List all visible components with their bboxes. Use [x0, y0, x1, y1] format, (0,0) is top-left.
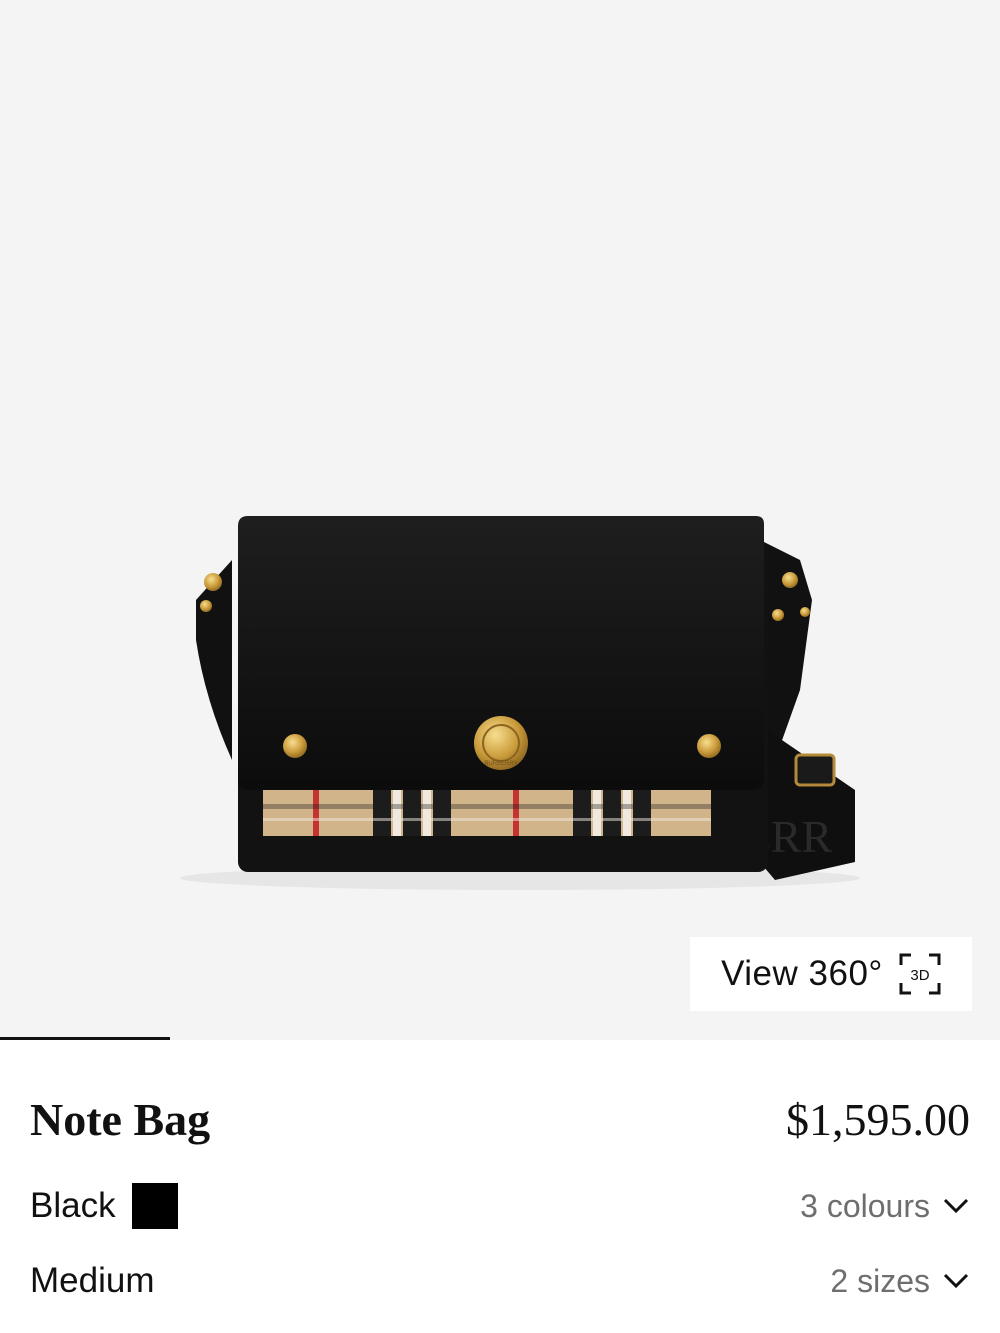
chevron-down-icon: [943, 1273, 969, 1289]
3d-icon: 3D: [899, 953, 941, 995]
colour-row: Black 3 colours: [30, 1181, 970, 1231]
size-row: Medium 2 sizes: [30, 1256, 970, 1306]
size-label: Medium: [30, 1261, 155, 1300]
clasp-engraving: BURBERRY: [484, 761, 517, 767]
product-gallery[interactable]: BERR BURBERRY View 360° 3D: [0, 0, 1000, 1040]
colour-label: Black: [30, 1186, 116, 1225]
product-title: Note Bag: [30, 1094, 211, 1145]
selected-colour: Black: [30, 1183, 178, 1229]
3d-icon-text: 3D: [910, 967, 929, 984]
product-price: $1,595.00: [786, 1094, 970, 1145]
sizes-dropdown[interactable]: 2 sizes: [830, 1263, 970, 1300]
colours-dropdown[interactable]: 3 colours: [800, 1188, 970, 1225]
colour-swatch: [131, 1183, 178, 1229]
product-info: Note Bag $1,595.00 Black 3 colours Mediu…: [0, 1040, 1000, 1333]
chevron-down-icon: [943, 1198, 969, 1214]
colours-link: 3 colours: [800, 1187, 930, 1224]
view-360-button[interactable]: View 360° 3D: [690, 937, 972, 1011]
sizes-link: 2 sizes: [830, 1262, 930, 1299]
product-image: BERR BURBERRY: [180, 516, 860, 890]
selected-size: Medium: [30, 1261, 154, 1301]
view-360-label: View 360°: [721, 954, 883, 993]
